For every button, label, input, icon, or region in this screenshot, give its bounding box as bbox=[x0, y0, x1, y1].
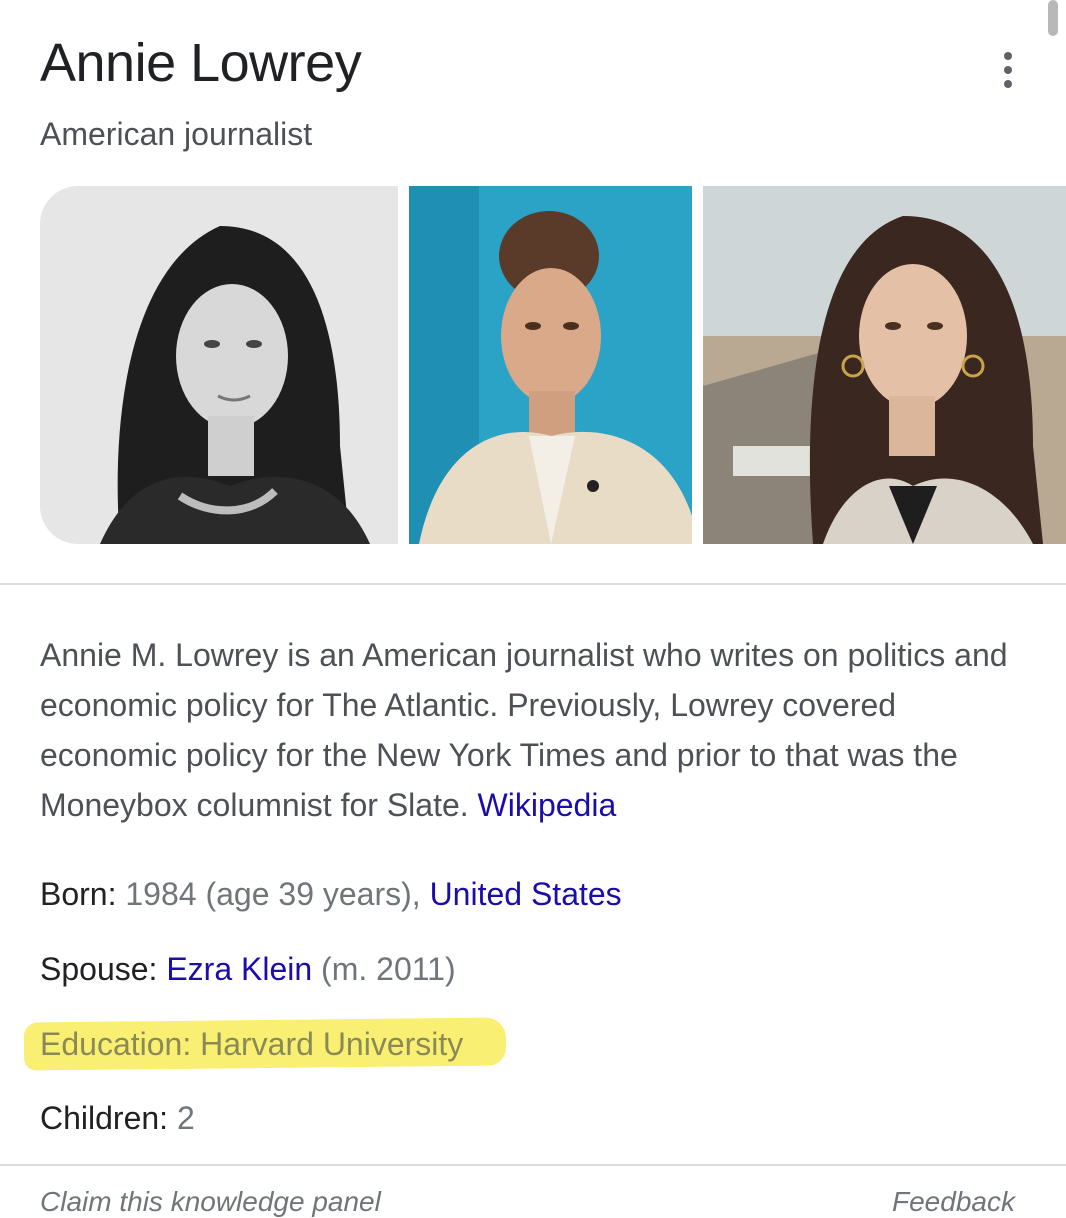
photo-thumbnail-1[interactable] bbox=[40, 186, 398, 544]
more-vert-icon bbox=[1004, 52, 1012, 60]
fact-spouse: Spouse: Ezra Klein (m. 2011) bbox=[40, 951, 456, 988]
description: Annie M. Lowrey is an American journalis… bbox=[40, 630, 1030, 830]
fact-label: Spouse: bbox=[40, 951, 158, 987]
photo-thumbnail-2[interactable] bbox=[409, 186, 692, 544]
education-link[interactable]: Harvard University bbox=[200, 1026, 463, 1062]
more-options-button[interactable] bbox=[990, 48, 1026, 92]
portrait-image-outdoor bbox=[703, 186, 1066, 544]
fact-value: 1984 (age 39 years), bbox=[125, 876, 421, 912]
panel-subtitle: American journalist bbox=[40, 116, 313, 152]
photo-thumbnail-3[interactable] bbox=[703, 186, 1066, 544]
born-place-link[interactable]: United States bbox=[430, 876, 622, 912]
fact-value: 2 bbox=[176, 1100, 195, 1136]
fact-label: Education: bbox=[40, 1026, 192, 1062]
section-divider bbox=[0, 1164, 1066, 1166]
scrollbar[interactable] bbox=[1048, 0, 1058, 36]
wikipedia-link[interactable]: Wikipedia bbox=[478, 787, 617, 823]
spouse-link[interactable]: Ezra Klein bbox=[166, 951, 312, 987]
fact-label: Children: bbox=[40, 1100, 169, 1136]
fact-born: Born: 1984 (age 39 years), United States bbox=[40, 876, 622, 913]
claim-panel-link[interactable]: Claim this knowledge panel bbox=[40, 1186, 381, 1218]
panel-title: Annie Lowrey bbox=[40, 33, 362, 93]
fact-value: (m. 2011) bbox=[321, 951, 456, 987]
feedback-link[interactable]: Feedback bbox=[892, 1186, 1015, 1218]
portrait-image-blue bbox=[409, 186, 692, 544]
fact-label: Born: bbox=[40, 876, 117, 912]
fact-education: Education: Harvard University bbox=[40, 1026, 463, 1063]
section-divider bbox=[0, 583, 1066, 585]
fact-children: Children: 2 bbox=[40, 1100, 195, 1137]
portrait-image-bw bbox=[40, 186, 398, 544]
